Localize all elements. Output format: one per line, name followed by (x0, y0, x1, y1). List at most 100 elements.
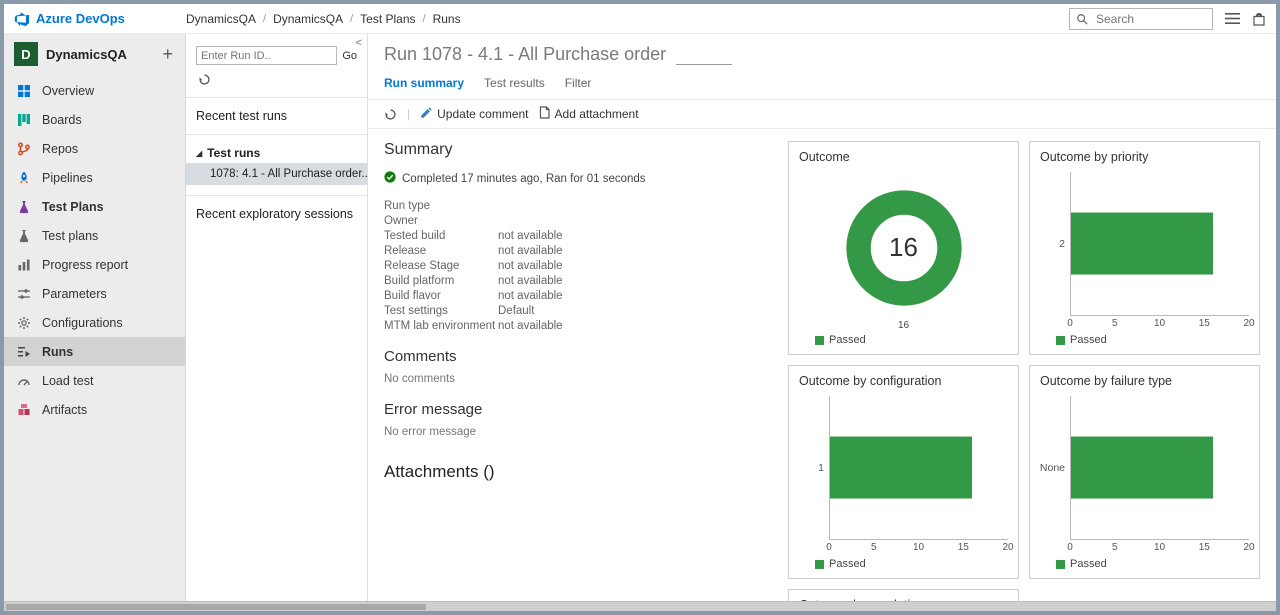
tree-node-label: Test runs (207, 146, 260, 160)
test-runs-tree: ◢ Test runs 1078: 4.1 - All Purchase ord… (186, 135, 367, 196)
outcome-by-priority-bar-chart: 205101520Passed (1040, 164, 1249, 346)
run-id-input[interactable] (196, 46, 337, 65)
sidebar-item-label: Load test (42, 374, 93, 388)
chart-title: Outcome by configuration (799, 374, 1008, 388)
chart-title: Outcome (799, 150, 1008, 164)
legend-label: Passed (1070, 558, 1107, 570)
sidebar-item-test-plans[interactable]: Test plans (4, 221, 185, 250)
sidebar-item-label: Progress report (42, 258, 128, 272)
donut-plot: 1616 (799, 164, 1008, 331)
x-axis: 05101520 (829, 540, 1008, 555)
sidebar-item-boards[interactable]: Boards (4, 105, 185, 134)
app-body: D DynamicsQA + Overview Boards Repos (4, 34, 1276, 601)
tree-expander-icon[interactable]: ◢ (196, 149, 202, 158)
go-button[interactable]: Go (342, 50, 357, 62)
project-switcher[interactable]: D DynamicsQA + (4, 34, 185, 72)
x-axis: 05101520 (1070, 540, 1249, 555)
breadcrumb-team[interactable]: DynamicsQA (273, 12, 343, 26)
y-axis-category-label: None (1040, 396, 1070, 540)
legend-swatch (815, 560, 824, 569)
bar-plot: None (1040, 388, 1249, 540)
update-comment-label: Update comment (437, 107, 528, 121)
collapse-panel-button[interactable]: < (356, 37, 362, 49)
breadcrumb-page[interactable]: Runs (433, 12, 461, 26)
attachment-icon (539, 106, 550, 122)
sidebar-item-parameters[interactable]: Parameters (4, 279, 185, 308)
tab-filter[interactable]: Filter (565, 76, 592, 90)
brand-name[interactable]: Azure DevOps (36, 11, 125, 26)
breadcrumb-project[interactable]: DynamicsQA (186, 12, 256, 26)
x-axis-tick-label: 20 (1002, 542, 1013, 553)
sidebar-item-test-plans-hub[interactable]: Test Plans (4, 192, 185, 221)
field-value: not available (498, 230, 772, 242)
bar-plot-area (1070, 172, 1249, 316)
bar-plot: 1 (799, 388, 1008, 540)
sidebar-item-load-test[interactable]: Load test (4, 366, 185, 395)
update-comment-button[interactable]: Update comment (420, 107, 528, 122)
tree-node-run-1078[interactable]: 1078: 4.1 - All Purchase order... (186, 163, 367, 185)
tab-run-summary[interactable]: Run summary (384, 76, 464, 90)
add-attachment-label: Add attachment (555, 107, 639, 121)
sidebar-item-runs[interactable]: Runs (4, 337, 185, 366)
summary-section: Summary Completed 17 minutes ago, Ran fo… (384, 141, 772, 601)
field-label: Build flavor (384, 290, 498, 302)
x-axis-tick-label: 20 (1243, 318, 1254, 329)
tree-node-test-runs[interactable]: ◢ Test runs (186, 143, 367, 163)
scrollbar-thumb[interactable] (6, 604, 426, 610)
runs-icon (16, 345, 32, 359)
donut-total-label: 16 (889, 232, 918, 263)
bar-plot-area (1070, 396, 1249, 540)
search-box[interactable] (1069, 8, 1213, 30)
azure-devops-logo-icon (14, 11, 30, 27)
horizontal-scrollbar[interactable] (4, 601, 1276, 611)
x-axis: 05101520 (1070, 316, 1249, 331)
search-input[interactable] (1094, 11, 1206, 27)
top-bar: Azure DevOps DynamicsQA / DynamicsQA / T… (4, 4, 1276, 34)
field-label: Build platform (384, 275, 498, 287)
refresh-icon[interactable] (198, 75, 211, 89)
x-axis-tick-label: 10 (913, 542, 924, 553)
new-project-button[interactable]: + (160, 47, 175, 61)
outcome-by-configuration-bar-chart: 105101520Passed (799, 388, 1008, 570)
project-name[interactable]: DynamicsQA (46, 47, 152, 62)
sidebar-item-repos[interactable]: Repos (4, 134, 185, 163)
configurations-icon (16, 316, 32, 330)
attachments-heading: Attachments () (384, 462, 772, 482)
donut-slice-label: 16 (898, 320, 909, 331)
comments-empty-text: No comments (384, 373, 772, 385)
field-label: Run type (384, 200, 498, 212)
error-empty-text: No error message (384, 426, 772, 438)
sidebar-item-configurations[interactable]: Configurations (4, 308, 185, 337)
runs-panel: < Go Recent test runs ◢ Test runs 1078: … (186, 34, 368, 601)
sidebar-item-artifacts[interactable]: Artifacts (4, 395, 185, 424)
marketplace-list-icon[interactable] (1225, 12, 1240, 25)
x-axis-tick-label: 5 (1112, 318, 1118, 329)
progress-report-icon (16, 258, 32, 272)
project-avatar: D (14, 42, 38, 66)
sidebar-item-overview[interactable]: Overview (4, 76, 185, 105)
field-value: not available (498, 260, 772, 272)
field-value (498, 215, 772, 227)
parameters-icon (16, 287, 32, 301)
panel-refresh-row (186, 71, 367, 98)
breadcrumb-hub[interactable]: Test Plans (360, 12, 415, 26)
sidebar-item-label: Configurations (42, 316, 123, 330)
azure-devops-brand[interactable]: Azure DevOps (14, 11, 186, 27)
chart-legend: Passed (799, 555, 1008, 570)
field-value: not available (498, 320, 772, 332)
x-axis-tick-label: 10 (1154, 318, 1165, 329)
sidebar-nav: Overview Boards Repos Pipelines Test Pla… (4, 76, 185, 424)
test-plans-list-icon (16, 229, 32, 243)
add-attachment-button[interactable]: Add attachment (539, 106, 639, 122)
tab-test-results[interactable]: Test results (484, 76, 545, 90)
sidebar-item-pipelines[interactable]: Pipelines (4, 163, 185, 192)
outcome-donut-chart: 1616Passed (799, 164, 1008, 346)
legend-swatch (1056, 336, 1065, 345)
sidebar-item-label: Boards (42, 113, 82, 127)
refresh-run-button[interactable] (384, 108, 397, 121)
shopping-bag-icon[interactable] (1252, 12, 1266, 26)
field-label: Owner (384, 215, 498, 227)
sidebar-item-progress-report[interactable]: Progress report (4, 250, 185, 279)
y-axis-category-label: 2 (1040, 172, 1070, 316)
chart-legend: Passed (799, 331, 1008, 346)
